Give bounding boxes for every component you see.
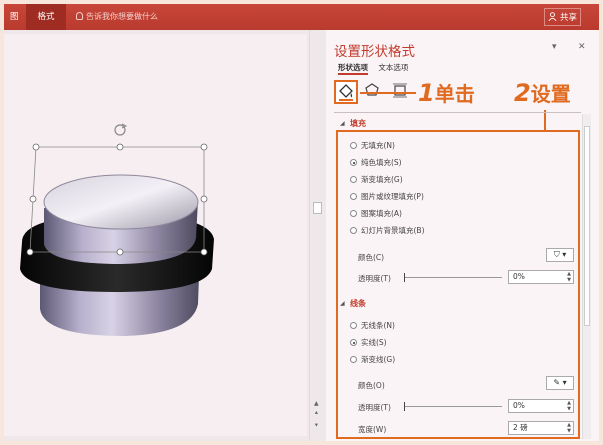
- radio-icon: [350, 142, 357, 149]
- radio-icon: [350, 176, 357, 183]
- radio-icon: [350, 356, 357, 363]
- share-button[interactable]: 共享: [544, 8, 581, 26]
- format-shape-pane: 设置形状格式 ▾ ✕ 形状选项 文本选项 1单击 2设置 ◢ 填充 无填充(N)…: [326, 30, 599, 441]
- fill-option-label: 渐变填充(G): [361, 175, 403, 184]
- collapse-fill-icon[interactable]: ◢: [340, 120, 345, 127]
- fill-line-icon[interactable]: [334, 80, 358, 104]
- fill-option-picture[interactable]: 图片或纹理填充(P): [350, 191, 424, 202]
- fill-option-gradient[interactable]: 渐变填充(G): [350, 174, 403, 185]
- radio-selected-icon: [350, 159, 357, 166]
- fill-transparency-slider[interactable]: [404, 273, 502, 282]
- pane-tabs: 形状选项 文本选项: [338, 62, 416, 75]
- cylinder-shape[interactable]: [4, 34, 307, 436]
- fill-transparency-input[interactable]: 0% ▲ ▼: [508, 270, 574, 284]
- fill-option-none[interactable]: 无填充(N): [350, 140, 395, 151]
- fill-color-label: 颜色(C): [358, 253, 385, 262]
- callout-2-number: 2: [514, 79, 531, 107]
- radio-selected-icon: [350, 339, 357, 346]
- fill-transparency-label: 透明度(T): [358, 274, 391, 283]
- line-color-label: 颜色(O): [358, 381, 385, 390]
- spinner-icon[interactable]: ▲ ▼: [567, 271, 571, 283]
- fill-option-label: 无填充(N): [361, 141, 395, 150]
- line-transparency-label: 透明度(T): [358, 403, 391, 412]
- line-option-solid[interactable]: 实线(S): [350, 337, 387, 348]
- line-option-label: 实线(S): [361, 338, 387, 347]
- radio-icon: [350, 193, 357, 200]
- tab-format[interactable]: 格式: [26, 4, 66, 30]
- line-width-input[interactable]: 2 磅 ▲ ▼: [508, 421, 574, 435]
- fill-option-label: 纯色填充(S): [361, 158, 402, 167]
- slide-editor: [4, 30, 309, 441]
- pane-scrollbar[interactable]: [582, 114, 591, 439]
- tab-shape-options[interactable]: 形状选项: [338, 63, 368, 75]
- spinner-icon[interactable]: ▲ ▼: [567, 422, 571, 434]
- line-option-label: 渐变线(G): [361, 355, 396, 364]
- callout-step-1: 1单击: [418, 78, 475, 107]
- ribbon: 图 格式 告诉我你想要做什么 共享: [4, 4, 599, 30]
- fill-option-pattern[interactable]: 图案填充(A): [350, 208, 402, 219]
- rotate-handle-icon[interactable]: [114, 123, 128, 136]
- paint-bucket-icon: ⛉: [553, 250, 560, 259]
- line-color-picker[interactable]: ✎ ▾: [546, 376, 574, 390]
- slider-knob[interactable]: [404, 273, 405, 282]
- fill-transparency-value: 0%: [513, 272, 525, 281]
- callout-2-line: [544, 110, 546, 130]
- slide-canvas[interactable]: [4, 34, 307, 436]
- callout-step-2: 2设置: [514, 78, 571, 107]
- fill-option-label: 图片或纹理填充(P): [361, 192, 424, 201]
- scroll-thumb[interactable]: [313, 202, 322, 214]
- share-label: 共享: [559, 13, 577, 23]
- pane-title: 设置形状格式: [334, 44, 415, 60]
- callout-1-text: 单击: [434, 82, 475, 106]
- pane-scroll-thumb[interactable]: [584, 126, 590, 326]
- close-icon[interactable]: ✕: [578, 42, 586, 52]
- fill-color-picker[interactable]: ⛉ ▾: [546, 248, 574, 262]
- fill-option-solid[interactable]: 纯色填充(S): [350, 157, 402, 168]
- pane-separator: [334, 112, 581, 113]
- collapse-line-icon[interactable]: ◢: [340, 300, 345, 307]
- slider-knob[interactable]: [404, 402, 405, 411]
- bulb-icon: [76, 12, 83, 20]
- prev-slide-icon[interactable]: ⯅: [314, 410, 319, 418]
- line-transparency-value: 0%: [513, 401, 525, 410]
- line-transparency-input[interactable]: 0% ▲ ▼: [508, 399, 574, 413]
- app-window: 图 格式 告诉我你想要做什么 共享 ▲ ⯅ ⯆ 设置形状格式 ▾ ✕ 形状选项 …: [4, 4, 599, 441]
- line-option-label: 无线条(N): [361, 321, 395, 330]
- line-width-label: 宽度(W): [358, 425, 387, 434]
- pen-icon: ✎: [553, 378, 561, 387]
- callout-2-text: 设置: [530, 82, 571, 106]
- line-option-none[interactable]: 无线条(N): [350, 320, 395, 331]
- fill-option-label: 图案填充(A): [361, 209, 402, 218]
- fill-option-label: 幻灯片背景填充(B): [361, 226, 425, 235]
- tab-picture[interactable]: 图: [4, 4, 25, 30]
- line-width-value: 2 磅: [513, 423, 528, 432]
- line-transparency-slider[interactable]: [404, 402, 502, 411]
- scroll-up-icon[interactable]: ▲: [314, 400, 319, 407]
- tell-me-text: 告诉我你想要做什么: [86, 12, 158, 21]
- callout-1-line: [360, 92, 416, 94]
- radio-icon: [350, 322, 357, 329]
- slide-scrollbar[interactable]: ▲ ⯅ ⯆: [309, 30, 325, 441]
- radio-icon: [350, 210, 357, 217]
- fill-option-background[interactable]: 幻灯片背景填充(B): [350, 225, 425, 236]
- callout-1-number: 1: [418, 79, 435, 107]
- pane-options-icon[interactable]: ▾: [552, 42, 557, 52]
- next-slide-icon[interactable]: ⯆: [314, 422, 319, 430]
- line-option-gradient[interactable]: 渐变线(G): [350, 354, 395, 365]
- tell-me-box[interactable]: 告诉我你想要做什么: [76, 4, 158, 30]
- tab-text-options[interactable]: 文本选项: [378, 63, 408, 72]
- radio-icon: [350, 227, 357, 234]
- cylinder-top: [43, 174, 199, 230]
- user-icon: [548, 12, 557, 22]
- fill-section-header[interactable]: 填充: [350, 118, 366, 129]
- line-section-header[interactable]: 线条: [350, 298, 366, 309]
- spinner-icon[interactable]: ▲ ▼: [567, 400, 571, 412]
